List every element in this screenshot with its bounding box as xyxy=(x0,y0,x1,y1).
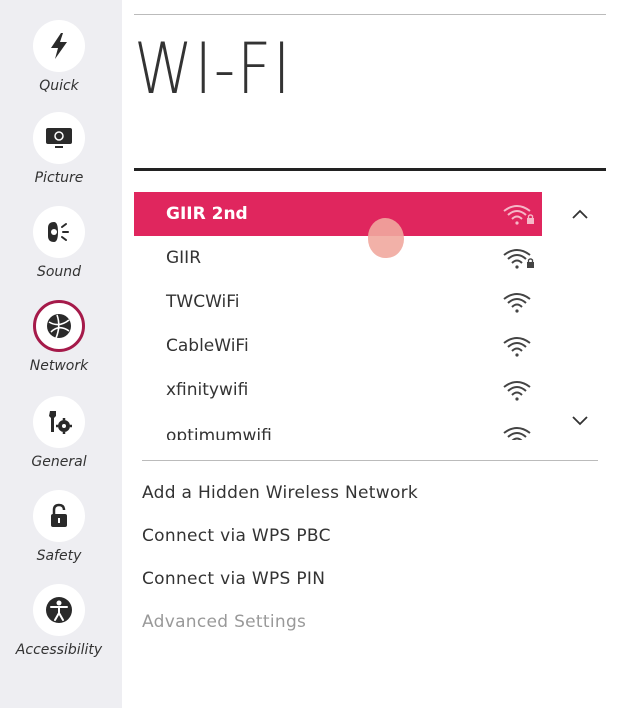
monitor-icon xyxy=(46,128,72,148)
sidebar-item-label: Picture xyxy=(34,170,84,186)
list-divider xyxy=(142,460,598,461)
scroll-down-icon[interactable] xyxy=(568,410,592,430)
top-divider xyxy=(134,14,606,15)
network-item[interactable]: TWCWiFi xyxy=(134,280,542,324)
network-name: GIIR 2nd xyxy=(166,204,248,224)
advanced-settings-option[interactable]: Advanced Settings xyxy=(142,612,306,632)
wifi-locked-icon xyxy=(503,205,534,225)
network-name: optimumwifi xyxy=(166,426,272,440)
network-item[interactable]: CableWiFi xyxy=(134,324,542,368)
add-hidden-network-option[interactable]: Add a Hidden Wireless Network xyxy=(142,483,418,503)
sidebar-item-network[interactable]: Network xyxy=(0,300,118,374)
sidebar-item-label: Accessibility xyxy=(15,642,103,658)
page-title: WI-FI xyxy=(134,28,293,110)
sidebar-item-picture[interactable]: Picture xyxy=(0,112,118,186)
nav-icon-circle-selected xyxy=(33,300,85,352)
connect-wps-pin-option[interactable]: Connect via WPS PIN xyxy=(142,569,325,589)
network-name: TWCWiFi xyxy=(166,292,240,312)
wrench-gear-icon xyxy=(49,411,72,434)
network-item-selected[interactable]: GIIR 2nd xyxy=(134,192,542,236)
sidebar-item-label: Network xyxy=(29,358,89,374)
network-item[interactable]: GIIR xyxy=(134,236,542,280)
nav-icon-circle xyxy=(33,20,85,72)
nav-icon-circle xyxy=(33,584,85,636)
network-name: xfinitywifi xyxy=(166,380,249,400)
settings-sidebar: Quick Picture Sound Network General Safe… xyxy=(0,0,122,708)
speaker-icon xyxy=(48,222,69,242)
connect-wps-pbc-option[interactable]: Connect via WPS PBC xyxy=(142,526,331,546)
sidebar-item-label: Safety xyxy=(36,548,82,564)
sidebar-item-general[interactable]: General xyxy=(0,396,118,470)
network-list[interactable]: GIIR 2nd GIIR TWCWiFi CableWiFi xfinityw… xyxy=(134,192,542,440)
scroll-up-icon[interactable] xyxy=(568,204,592,224)
title-divider xyxy=(134,168,606,171)
network-item[interactable]: optimumwifi xyxy=(134,414,542,440)
lock-icon xyxy=(51,503,67,527)
lightning-icon xyxy=(51,33,67,59)
sidebar-item-sound[interactable]: Sound xyxy=(0,206,118,280)
nav-icon-circle xyxy=(33,490,85,542)
sidebar-item-label: Quick xyxy=(39,78,79,94)
wifi-icon xyxy=(503,337,531,357)
wifi-icon xyxy=(503,293,531,313)
sidebar-item-quick[interactable]: Quick xyxy=(0,20,118,94)
globe-icon xyxy=(47,314,71,339)
nav-icon-circle xyxy=(33,112,85,164)
sidebar-item-label: General xyxy=(31,454,87,470)
sidebar-item-accessibility[interactable]: Accessibility xyxy=(0,584,118,658)
pointer-cursor xyxy=(368,218,404,258)
nav-icon-circle xyxy=(33,396,85,448)
network-name: CableWiFi xyxy=(166,336,249,356)
network-item[interactable]: xfinitywifi xyxy=(134,368,542,412)
wifi-locked-icon xyxy=(503,249,534,269)
network-name: GIIR xyxy=(166,248,202,268)
wifi-icon xyxy=(503,381,531,401)
nav-icon-circle xyxy=(33,206,85,258)
wifi-icon xyxy=(503,427,531,440)
sidebar-item-safety[interactable]: Safety xyxy=(0,490,118,564)
person-icon xyxy=(46,597,72,623)
sidebar-item-label: Sound xyxy=(36,264,82,280)
